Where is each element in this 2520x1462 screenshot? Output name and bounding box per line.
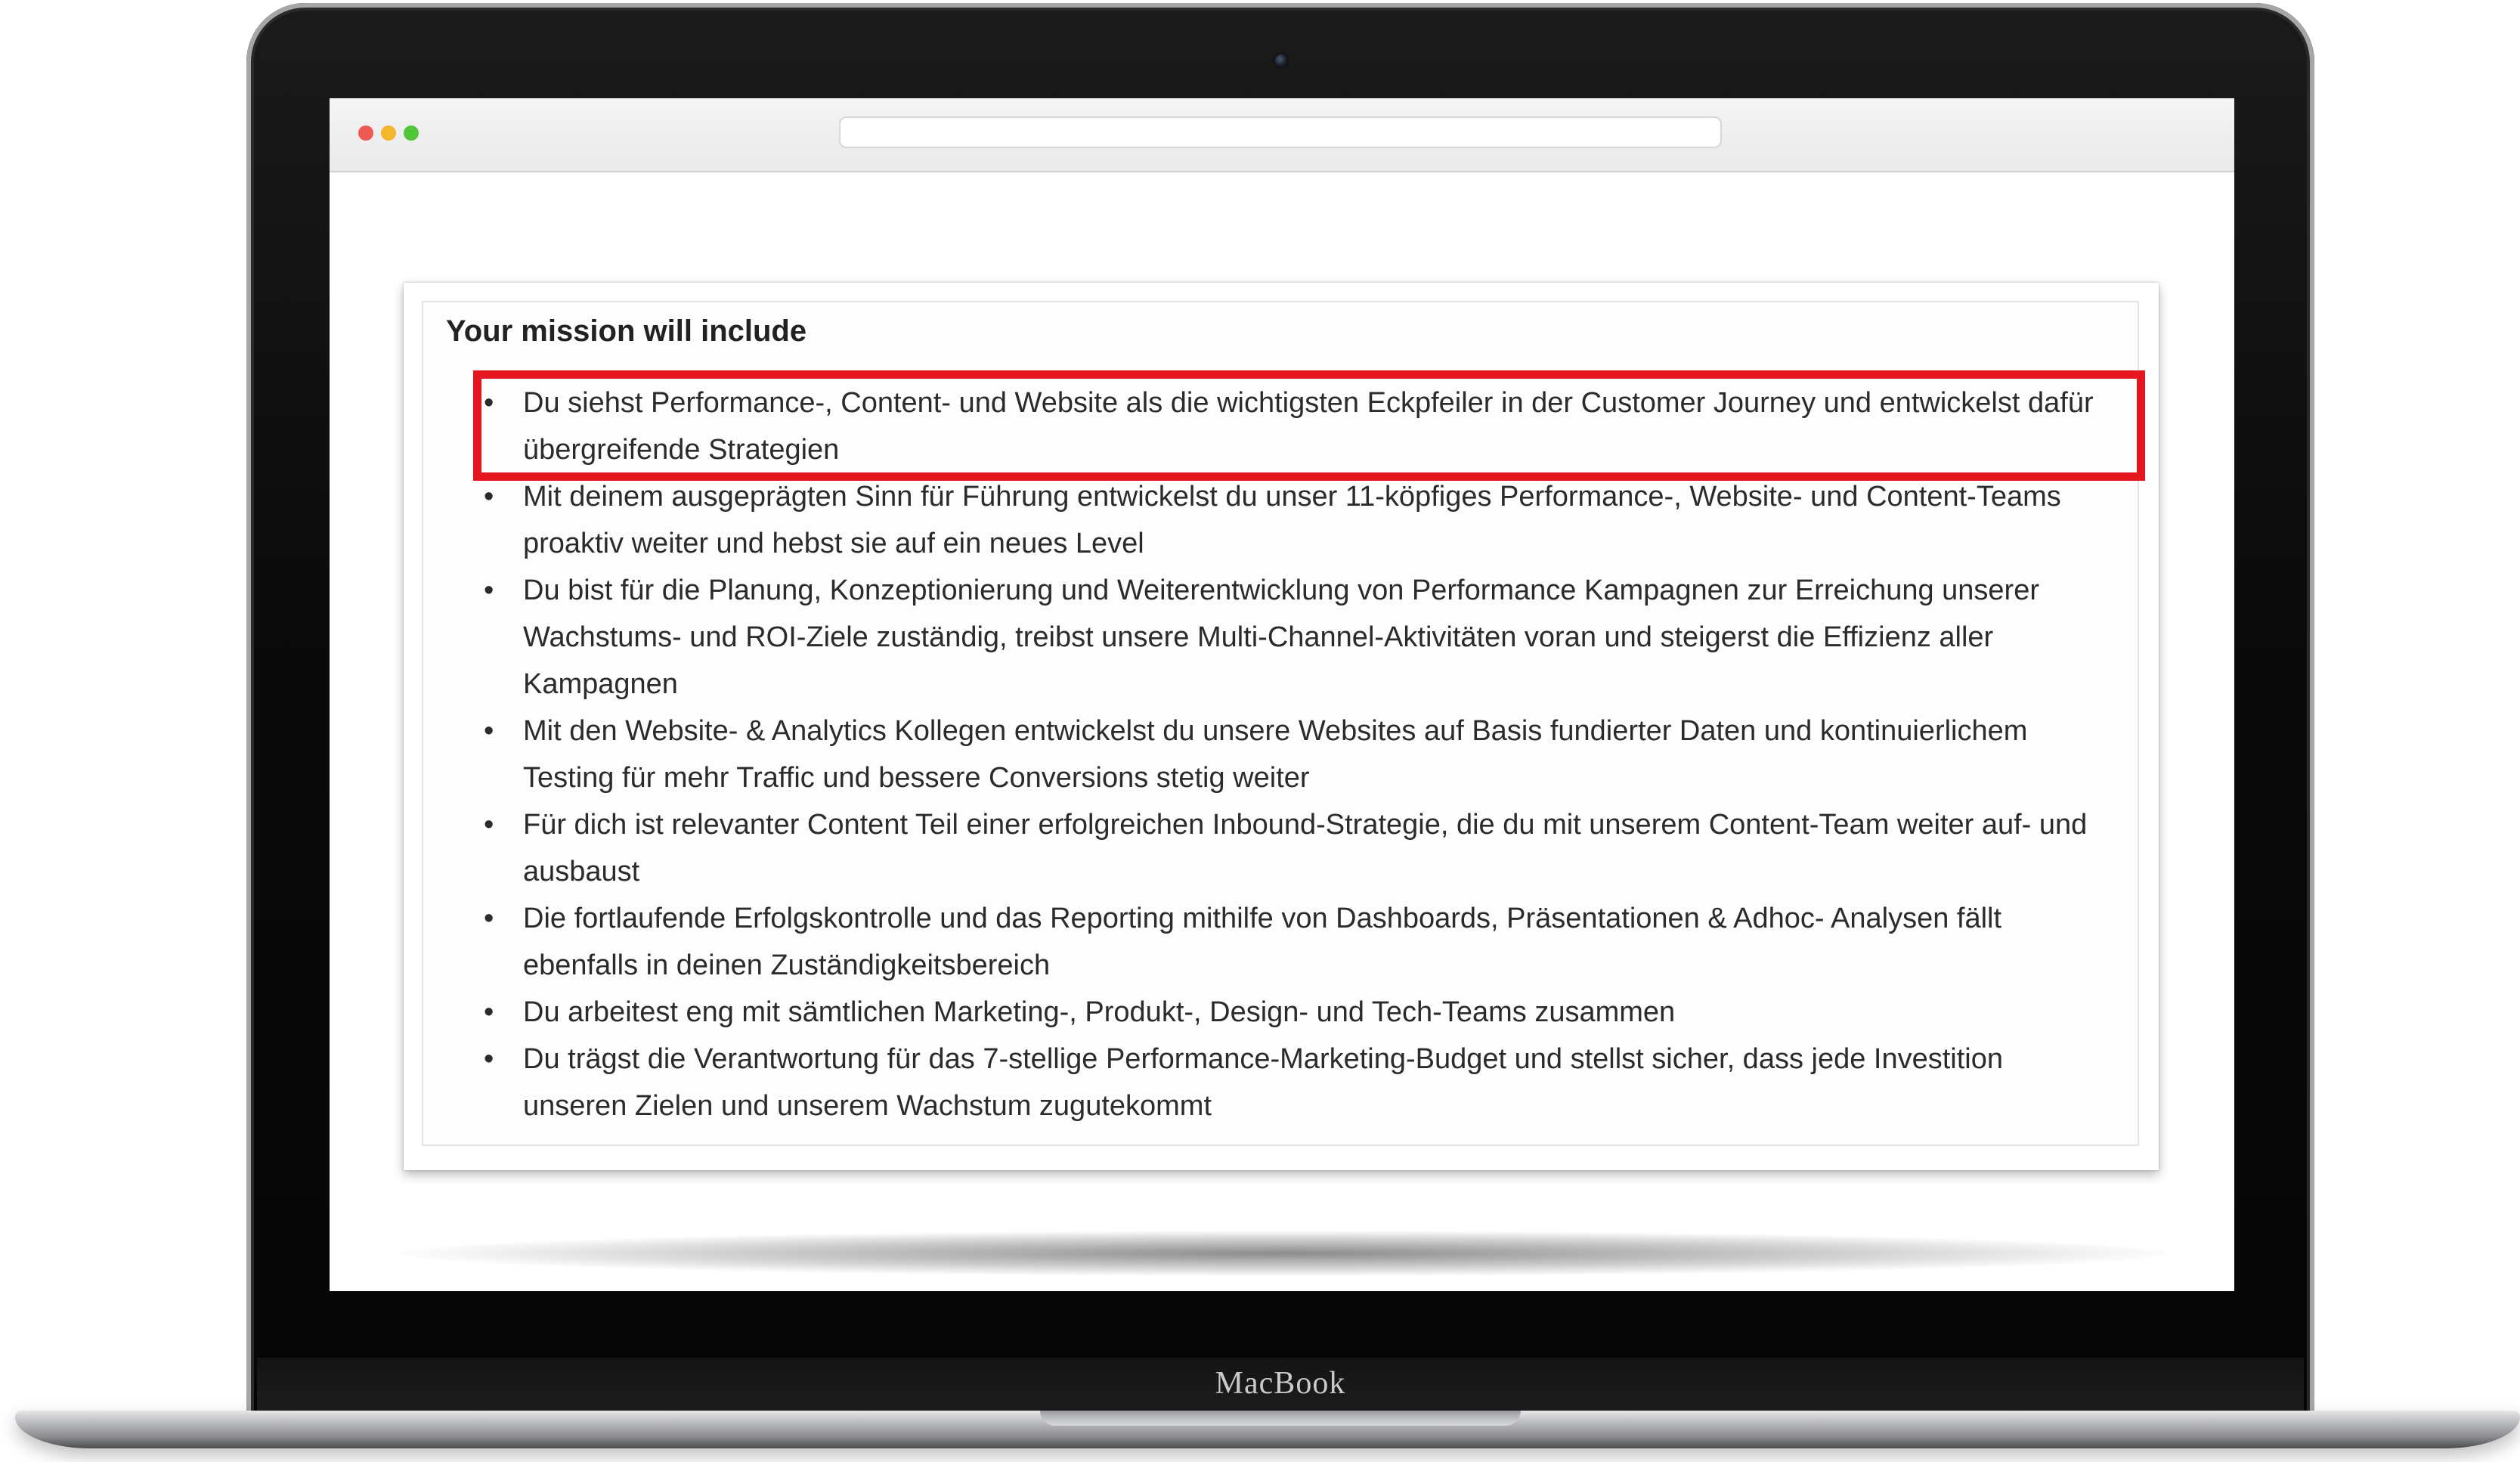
mission-card: Your mission will include • Du siehst Per… bbox=[404, 283, 2159, 1170]
stage: Your mission will include • Du siehst Per… bbox=[0, 0, 2520, 1462]
list-item: • Für dich ist relevanter Content Teil ei… bbox=[484, 801, 2109, 895]
bullet-icon: • bbox=[484, 809, 494, 841]
list-item: • Du bist für die Planung, Konzeptionieru… bbox=[484, 567, 2109, 708]
camera-icon bbox=[1275, 54, 1287, 67]
bullet-icon: • bbox=[484, 575, 494, 606]
list-item: • Mit den Website- & Analytics Kollegen e… bbox=[484, 708, 2109, 801]
mission-card-inner: Your mission will include • Du siehst Per… bbox=[422, 301, 2145, 1146]
highlight-annotation bbox=[473, 370, 2145, 481]
list-item-text: Du arbeitest eng mit sämtlichen Marketin… bbox=[523, 996, 1676, 1028]
list-item-text: Mit deinem ausgeprägten Sinn für Führung… bbox=[523, 481, 2061, 559]
list-item-text: Für dich ist relevanter Content Teil ein… bbox=[523, 809, 2088, 887]
list-item: • Die fortlaufende Erfolgskontrolle und d… bbox=[484, 895, 2109, 989]
list-item: • Du trägst die Verantwortung für das 7-s… bbox=[484, 1036, 2109, 1129]
close-window-button[interactable] bbox=[358, 125, 373, 141]
list-item-text: Die fortlaufende Erfolgskontrolle und da… bbox=[523, 903, 2002, 981]
web-page: Your mission will include • Du siehst Per… bbox=[330, 172, 2234, 1291]
list-item-text: Du bist für die Planung, Konzeptionierun… bbox=[523, 575, 2040, 700]
browser-toolbar bbox=[330, 98, 2234, 172]
list-item-text: Du trägst die Verantwortung für das 7-st… bbox=[523, 1043, 2004, 1122]
address-bar[interactable] bbox=[839, 116, 1722, 148]
bullet-icon: • bbox=[484, 903, 494, 934]
bullet-icon: • bbox=[484, 715, 494, 747]
minimize-window-button[interactable] bbox=[381, 125, 396, 141]
laptop-screen: Your mission will include • Du siehst Per… bbox=[330, 98, 2234, 1291]
bullet-icon: • bbox=[484, 1043, 494, 1075]
card-shadow bbox=[401, 1231, 2169, 1276]
list-item: • Du arbeitest eng mit sämtlichen Marketi… bbox=[484, 989, 2109, 1036]
bullet-icon: • bbox=[484, 996, 494, 1028]
zoom-window-button[interactable] bbox=[404, 125, 419, 141]
laptop-base-notch bbox=[1040, 1411, 1521, 1426]
section-title: Your mission will include bbox=[446, 314, 807, 348]
brand-label: MacBook bbox=[1215, 1366, 1346, 1401]
list-item: • Mit deinem ausgeprägten Sinn für Führun… bbox=[484, 473, 2109, 567]
list-item-text: Mit den Website- & Analytics Kollegen en… bbox=[523, 715, 2028, 794]
mission-list: • Du siehst Performance-, Content- und We… bbox=[484, 379, 2109, 1129]
